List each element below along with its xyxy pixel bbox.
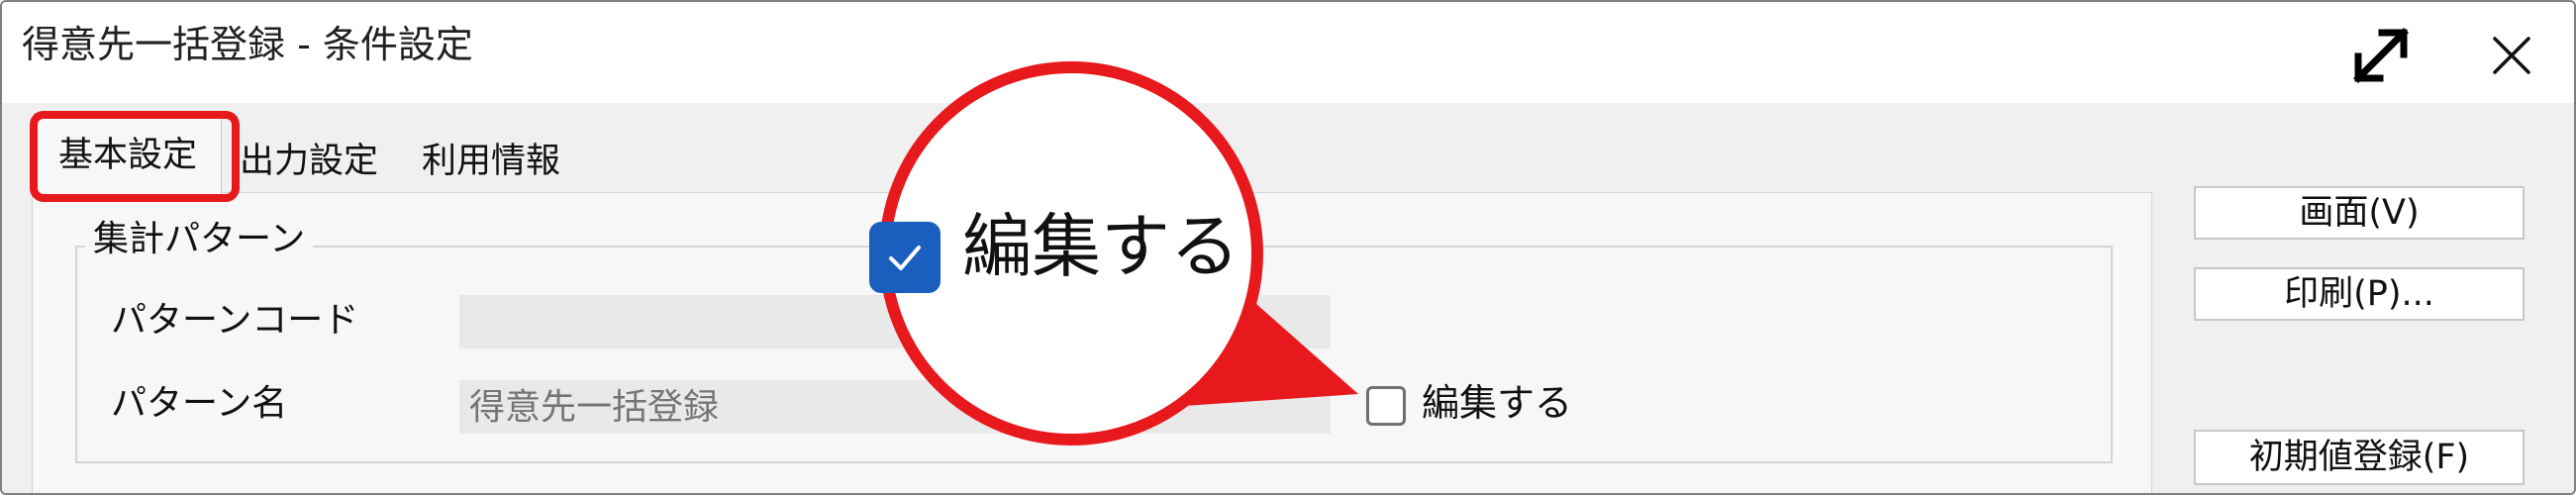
- screen-button[interactable]: 画面(V): [2194, 186, 2525, 240]
- pattern-name-input[interactable]: [459, 380, 1331, 434]
- print-button[interactable]: 印刷(P)...: [2194, 267, 2525, 321]
- edit-checkbox-label: 編集する: [1422, 381, 1573, 425]
- tab-label: 出力設定: [240, 142, 379, 181]
- dialog-window: 得意先一括登録 - 条件設定 基本設定 出力設定 利用情報 集計パターン パター…: [0, 0, 2576, 495]
- maximize-icon: [2353, 28, 2409, 83]
- close-icon: [2493, 37, 2530, 74]
- pattern-name-label: パターン名: [111, 383, 288, 424]
- tab-label: 基本設定: [57, 135, 197, 175]
- tab-basic-settings[interactable]: 基本設定: [34, 113, 222, 197]
- title-bar: 得意先一括登録 - 条件設定: [2, 2, 2574, 103]
- screen-button-label: 画面(V): [2299, 192, 2420, 233]
- window-title: 得意先一括登録 - 条件設定: [22, 23, 473, 66]
- close-button[interactable]: [2467, 16, 2556, 95]
- tab-output-settings[interactable]: 出力設定: [240, 145, 378, 179]
- zoomed-edit-checkbox: [869, 222, 941, 293]
- initial-registration-button[interactable]: 初期値登録(F): [2194, 430, 2525, 485]
- tab-label: 利用情報: [422, 142, 561, 181]
- maximize-button[interactable]: [2336, 16, 2426, 95]
- pattern-code-input[interactable]: [459, 295, 1331, 348]
- zoomed-edit-label: 編集する: [962, 206, 1239, 287]
- pattern-code-label: パターンコード: [111, 300, 359, 341]
- edit-checkbox[interactable]: [1366, 386, 1406, 426]
- pattern-group-legend: 集計パターン: [85, 218, 314, 261]
- checkmark-icon: [889, 246, 921, 270]
- initial-registration-button-label: 初期値登録(F): [2248, 437, 2470, 477]
- print-button-label: 印刷(P)...: [2284, 273, 2434, 314]
- tab-usage-info[interactable]: 利用情報: [422, 145, 560, 179]
